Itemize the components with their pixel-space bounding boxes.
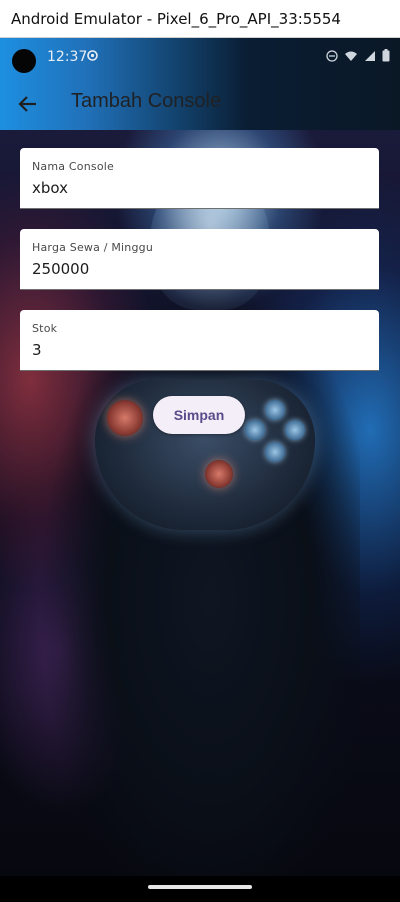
gamepad-button-cross (265, 442, 285, 462)
nama-console-input[interactable] (32, 179, 362, 197)
status-time: 12:37 (47, 49, 88, 65)
gamepad-button-triangle (265, 400, 285, 420)
gear-icon (86, 49, 99, 66)
harga-sewa-field[interactable]: Harga Sewa / Minggu (20, 229, 379, 290)
stok-input[interactable] (32, 341, 362, 359)
gamepad-stick-left (107, 400, 143, 436)
nama-console-label: Nama Console (32, 160, 114, 173)
emulator-window-title: Android Emulator - Pixel_6_Pro_API_33:55… (0, 0, 400, 38)
stok-field[interactable]: Stok (20, 310, 379, 371)
home-gesture-handle[interactable] (148, 885, 252, 889)
save-button[interactable]: Simpan (153, 396, 245, 434)
signal-icon (364, 50, 376, 65)
gamepad-button-square (245, 420, 265, 440)
nama-console-field[interactable]: Nama Console (20, 148, 379, 209)
stok-label: Stok (32, 322, 58, 335)
status-bar: 12:37 (0, 38, 400, 78)
gamepad-stick-right (205, 460, 233, 488)
page-title: Tambah Console (71, 90, 222, 112)
wifi-icon (344, 50, 358, 65)
harga-sewa-input[interactable] (32, 260, 362, 278)
dnd-icon (326, 49, 338, 65)
phone-screen: 12:37 Tambah Console Nama Console xbox H… (0, 38, 400, 902)
camera-cutout-icon (12, 49, 36, 73)
harga-sewa-label: Harga Sewa / Minggu (32, 241, 154, 254)
gamepad-button-circle (285, 420, 305, 440)
battery-icon (382, 49, 390, 65)
status-right-icons (326, 49, 390, 65)
arrow-back-icon (18, 96, 36, 112)
back-button[interactable] (14, 90, 42, 118)
app-bar: Tambah Console (0, 78, 400, 130)
navigation-bar (0, 876, 400, 902)
